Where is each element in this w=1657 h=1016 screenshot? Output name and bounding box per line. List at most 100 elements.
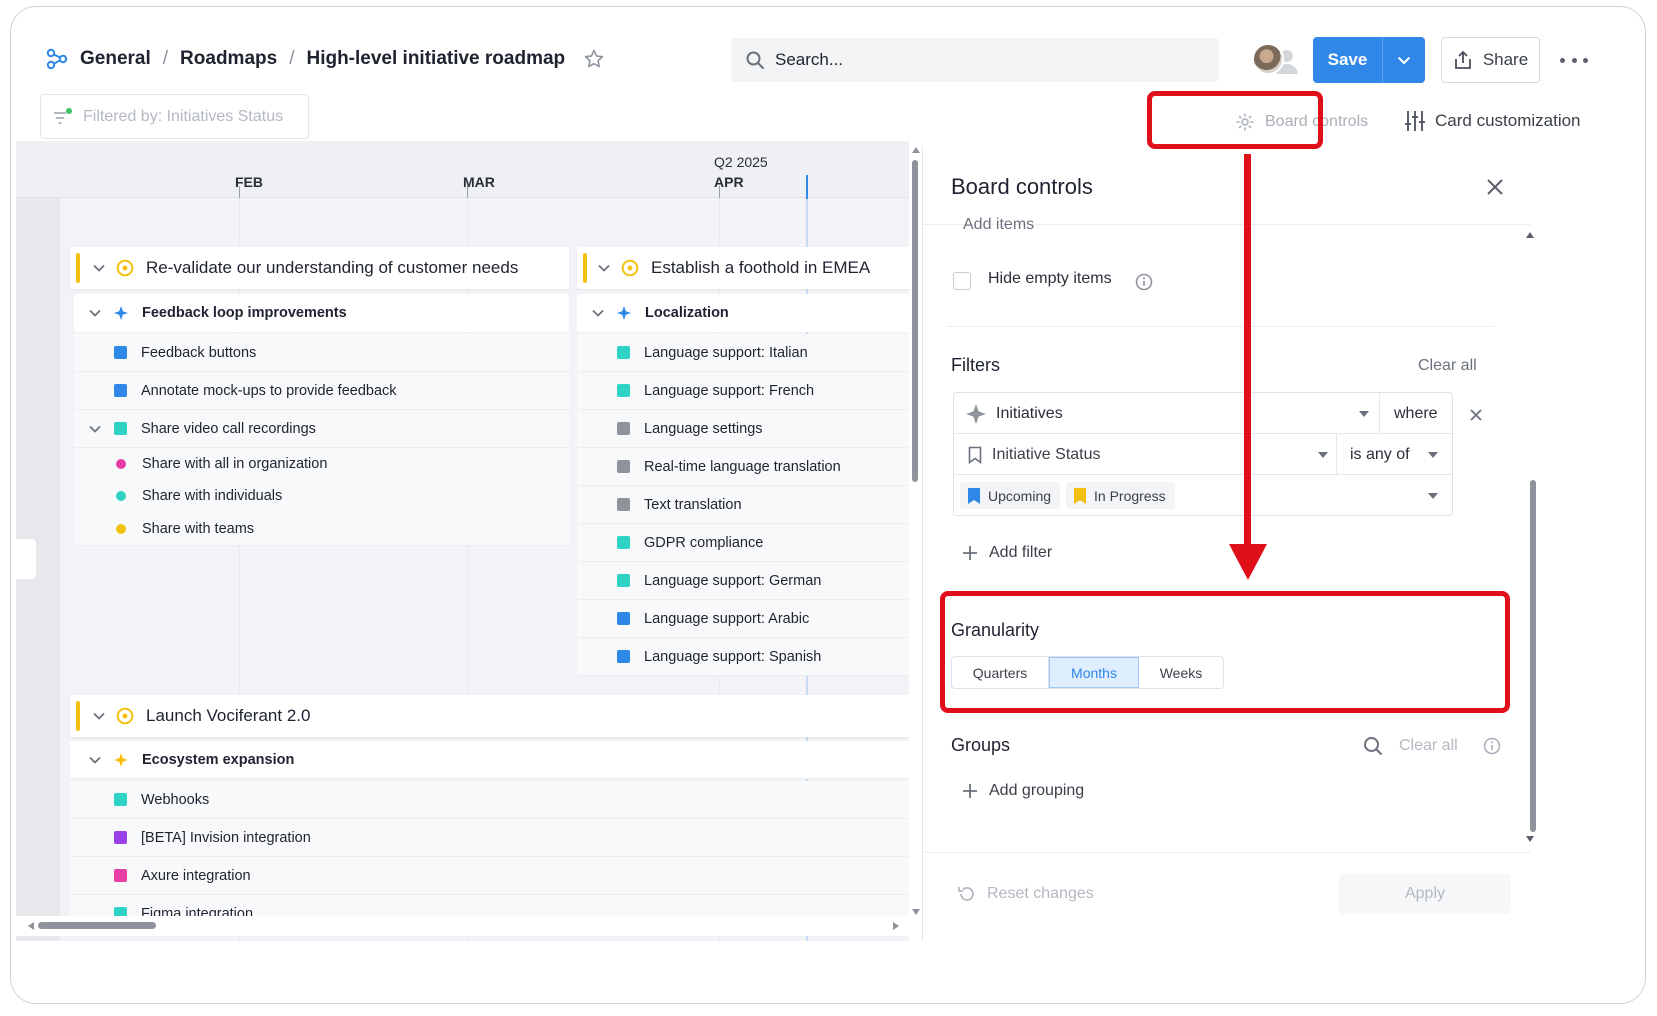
caret-down-icon[interactable] — [1428, 493, 1438, 499]
scrollbar-thumb[interactable] — [38, 922, 156, 929]
chevron-down-icon[interactable] — [92, 261, 106, 275]
list-item[interactable]: Language support: German — [577, 562, 909, 600]
initiative-title: Re-validate our understanding of custome… — [146, 258, 519, 277]
chevron-down-icon[interactable] — [92, 709, 106, 723]
list-item[interactable]: Real-time language translation — [577, 448, 909, 486]
item-label: Language support: French — [644, 382, 815, 399]
scroll-down-icon[interactable] — [912, 909, 920, 915]
initiative-icon — [621, 259, 639, 277]
scrollbar-thumb[interactable] — [1530, 480, 1536, 832]
card-customization-button[interactable]: Card customization — [1405, 100, 1581, 142]
info-icon[interactable] — [1483, 737, 1501, 755]
item-label: Text translation — [644, 496, 742, 513]
apply-button[interactable]: Apply — [1339, 874, 1511, 914]
scroll-left-icon[interactable] — [28, 922, 34, 930]
feature-row[interactable]: Feedback loop improvements — [74, 294, 569, 332]
search-icon[interactable] — [1363, 736, 1383, 756]
filter-values-row[interactable]: Upcoming In Progress — [954, 475, 1452, 516]
clear-groups-button[interactable]: Clear all — [1399, 737, 1458, 755]
list-item[interactable]: Share video call recordings — [74, 410, 569, 448]
filter-field-select[interactable]: Initiative Status — [968, 434, 1336, 475]
list-item[interactable]: Share with all in organization — [74, 448, 569, 480]
add-filter-label: Add filter — [989, 544, 1053, 561]
save-button[interactable]: Save — [1313, 37, 1383, 83]
reset-changes-label: Reset changes — [987, 885, 1094, 902]
filter-value-label: In Progress — [1094, 487, 1166, 504]
granularity-highlight — [940, 591, 1510, 713]
filter-value-tag[interactable]: Upcoming — [960, 482, 1061, 509]
save-options-button[interactable] — [1383, 37, 1425, 83]
star-icon[interactable] — [583, 48, 605, 70]
add-filter-button[interactable]: Add filter — [963, 544, 1052, 562]
status-square-icon — [114, 346, 127, 359]
breadcrumb-general[interactable]: General — [80, 48, 151, 70]
list-item[interactable]: Share with teams — [74, 512, 569, 546]
share-icon — [1454, 50, 1471, 69]
add-items-label: Add items — [963, 216, 1035, 230]
list-item[interactable]: Annotate mock-ups to provide feedback — [74, 372, 569, 410]
chevron-down-icon[interactable] — [597, 261, 611, 275]
feature-row[interactable]: Localization — [577, 294, 909, 332]
initiative-card[interactable]: Re-validate our understanding of custome… — [70, 247, 569, 289]
scrollbar-thumb[interactable] — [912, 160, 918, 482]
list-item[interactable]: Feedback buttons — [74, 334, 569, 372]
item-label: Axure integration — [141, 867, 251, 884]
feature-row[interactable]: Ecosystem expansion — [70, 741, 909, 779]
search-input[interactable]: Search... — [731, 38, 1219, 82]
share-button[interactable]: Share — [1441, 37, 1540, 83]
status-square-icon — [114, 422, 127, 435]
feature-title: Feedback loop improvements — [142, 305, 347, 321]
hide-empty-checkbox[interactable] — [953, 272, 971, 290]
filter-value-tag[interactable]: In Progress — [1066, 482, 1175, 509]
list-item[interactable]: Language support: French — [577, 372, 909, 410]
feature-sparkle-icon — [617, 306, 631, 320]
list-item[interactable]: GDPR compliance — [577, 524, 909, 562]
info-icon[interactable] — [1135, 273, 1153, 291]
add-grouping-button[interactable]: Add grouping — [963, 782, 1084, 800]
scroll-up-icon[interactable] — [912, 147, 920, 153]
close-icon[interactable] — [1486, 178, 1504, 196]
item-label: Share with individuals — [142, 488, 283, 504]
item-label: Language support: Spanish — [644, 648, 822, 665]
list-item[interactable]: Share with individuals — [74, 480, 569, 512]
quarter-label: Q2 2025 — [714, 154, 768, 170]
scroll-right-icon[interactable] — [893, 922, 899, 930]
scroll-up-icon[interactable] — [1526, 232, 1534, 238]
list-item[interactable]: Webhooks — [70, 781, 909, 819]
chevron-down-icon[interactable] — [88, 306, 102, 320]
status-square-icon — [617, 536, 630, 549]
status-square-icon — [617, 498, 630, 511]
filter-operator-select[interactable]: is any of — [1350, 434, 1450, 475]
filter-entity-select[interactable]: Initiatives — [966, 393, 1376, 434]
list-item[interactable]: Language support: Italian — [577, 334, 909, 372]
initiative-card[interactable]: Launch Vociferant 2.0 — [70, 695, 909, 737]
collaborator-avatars[interactable] — [1252, 43, 1302, 77]
status-square-icon — [114, 384, 127, 397]
share-label: Share — [1482, 50, 1529, 69]
more-options-icon[interactable] — [1560, 50, 1588, 70]
list-item[interactable]: Language settings — [577, 410, 909, 448]
chevron-down-icon[interactable] — [591, 306, 605, 320]
breadcrumb-separator: / — [289, 48, 295, 69]
reset-changes-button[interactable]: Reset changes — [957, 884, 1094, 904]
roadmap-timeline[interactable]: Q2 2025 FEB MAR APR Re-validate our unde… — [16, 141, 909, 941]
filter-value-label: Upcoming — [988, 487, 1052, 504]
remove-filter-icon[interactable] — [1469, 408, 1483, 422]
list-item[interactable]: Language support: Spanish — [577, 638, 909, 676]
breadcrumb-roadmaps[interactable]: Roadmaps — [180, 48, 277, 70]
list-item[interactable]: Text translation — [577, 486, 909, 524]
scroll-down-icon[interactable] — [1526, 836, 1534, 842]
list-item[interactable]: [BETA] Invision integration — [70, 819, 909, 857]
chevron-down-icon[interactable] — [88, 753, 102, 767]
clear-filters-button[interactable]: Clear all — [1418, 357, 1477, 375]
filter-indicator[interactable]: Filtered by: Initiatives Status — [40, 94, 309, 139]
initiative-card[interactable]: Establish a foothold in EMEA — [577, 247, 909, 289]
list-item[interactable]: Language support: Arabic — [577, 600, 909, 638]
chevron-down-icon[interactable] — [88, 422, 102, 436]
annotation-arrow-head — [1229, 544, 1267, 580]
list-item[interactable]: Axure integration — [70, 857, 909, 895]
status-dot-icon — [116, 491, 126, 501]
filter-entity-row: Initiatives where — [954, 393, 1452, 434]
filter-condition-row: Initiative Status is any of — [954, 434, 1452, 475]
collapse-handle[interactable] — [16, 539, 36, 579]
